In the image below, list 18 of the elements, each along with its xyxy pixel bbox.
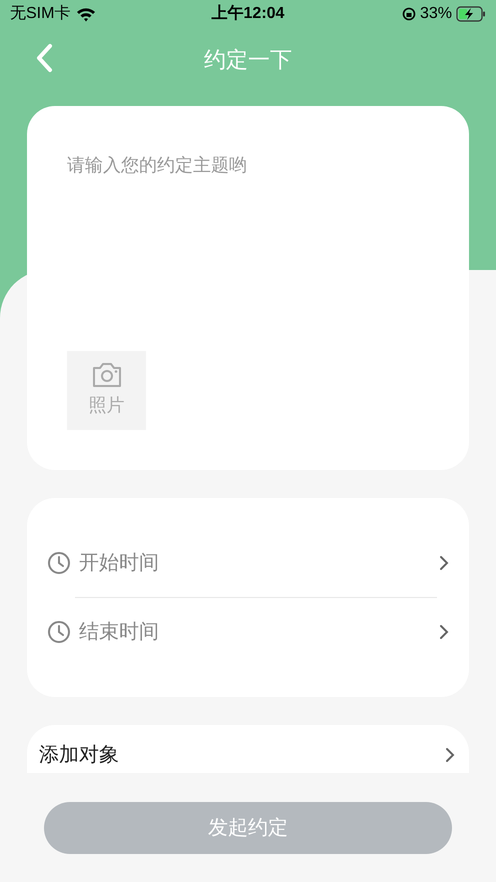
chevron-right-icon bbox=[439, 624, 449, 640]
battery-percent-text: 33% bbox=[420, 4, 452, 24]
wifi-icon bbox=[76, 6, 96, 22]
battery-charging-icon bbox=[456, 6, 486, 22]
rotation-lock-icon bbox=[402, 7, 416, 21]
carrier-text: 无SIM卡 bbox=[10, 4, 70, 24]
clock-icon bbox=[47, 551, 71, 575]
back-chevron-icon bbox=[35, 43, 53, 73]
time-row[interactable]: 结束时间 bbox=[47, 598, 449, 666]
topic-input-field[interactable]: 请输入您的约定主题哟 bbox=[67, 152, 429, 179]
chevron-right-icon bbox=[445, 747, 455, 763]
camera-icon bbox=[90, 362, 122, 388]
time-row[interactable]: 开始时间 bbox=[47, 529, 449, 597]
clock-text: 上午12:04 bbox=[212, 4, 284, 24]
clock-icon bbox=[47, 620, 71, 644]
chevron-right-icon bbox=[439, 555, 449, 571]
photo-button[interactable]: 照片 bbox=[67, 351, 146, 430]
page-title: 约定一下 bbox=[204, 46, 292, 74]
